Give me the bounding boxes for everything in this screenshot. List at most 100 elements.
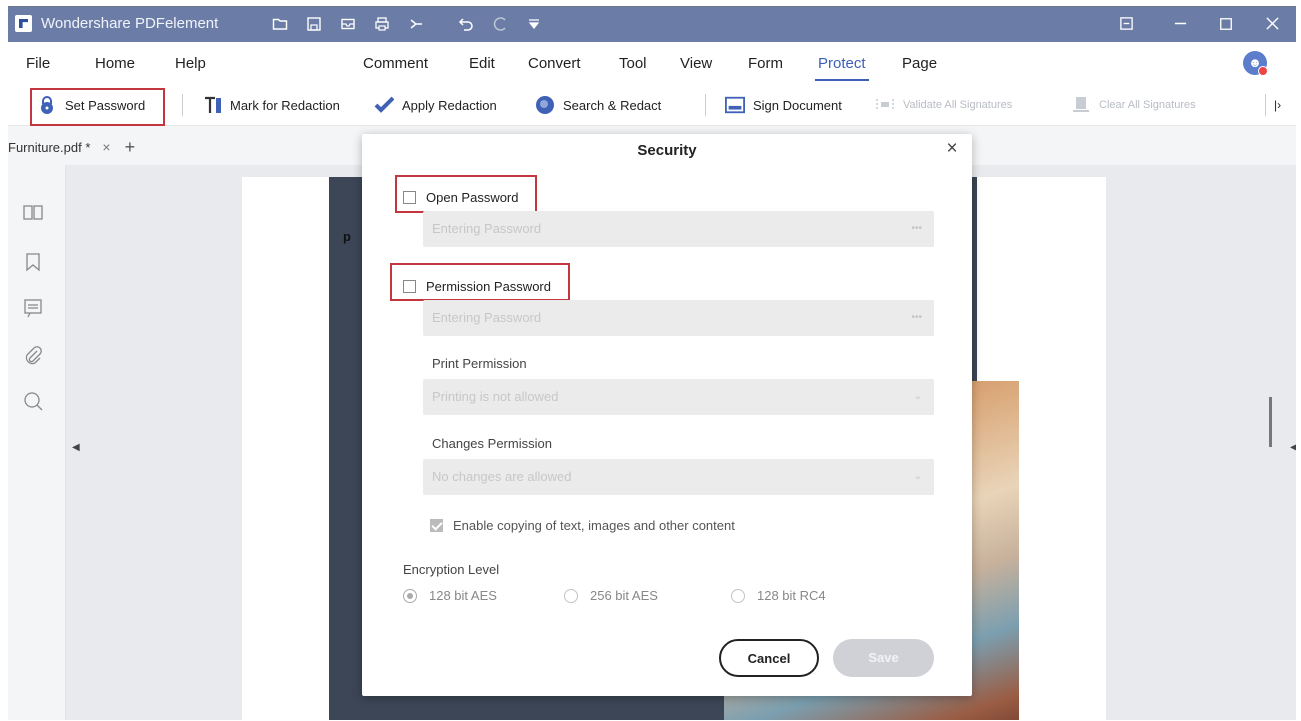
protect-toolbar: Set Password Mark for Redaction Apply Re… <box>8 82 1296 126</box>
encryption-option-label: 128 bit RC4 <box>757 588 826 603</box>
page-text-fragment: p <box>343 229 351 244</box>
thumbnails-icon[interactable] <box>22 202 44 224</box>
radio-selected[interactable] <box>403 588 417 603</box>
enable-copying-checkbox[interactable]: Enable copying of text, images and other… <box>430 518 735 533</box>
permission-password-placeholder: Entering Password <box>432 310 542 325</box>
enable-copying-label: Enable copying of text, images and other… <box>453 518 735 533</box>
signature-icon <box>725 95 745 115</box>
pdfelement-window: Wondershare PDFelement File Home Help Co… <box>8 6 1296 720</box>
print-permission-value: Printing is not allowed <box>432 389 559 404</box>
menu-page[interactable]: Page <box>902 55 937 72</box>
print-permission-select[interactable]: Printing is not allowed ⌄ <box>423 379 934 415</box>
menu-form[interactable]: Form <box>748 55 783 72</box>
undo-icon[interactable] <box>456 14 476 34</box>
minimize-icon[interactable] <box>1165 11 1195 37</box>
menu-file[interactable]: File <box>26 55 50 72</box>
changes-permission-select[interactable]: No changes are allowed ⌄ <box>423 459 934 495</box>
new-tab-icon[interactable]: + <box>125 137 136 158</box>
set-password-highlight <box>30 88 165 126</box>
menu-edit[interactable]: Edit <box>469 55 495 72</box>
toolbar-divider <box>705 94 706 116</box>
menu-view[interactable]: View <box>680 55 712 72</box>
collapse-left-icon[interactable]: ◀ <box>72 442 80 453</box>
chevron-down-icon: ⌄ <box>913 391 922 402</box>
bookmark-icon[interactable] <box>22 251 44 273</box>
save-button[interactable]: Save <box>833 639 934 677</box>
folder-icon[interactable] <box>270 14 290 34</box>
open-password-input[interactable]: Entering Password ••• <box>423 211 934 247</box>
permission-password-highlight <box>390 263 570 301</box>
app-title: Wondershare PDFelement <box>41 15 219 32</box>
clear-signature-icon <box>1071 95 1091 115</box>
search-sidebar-icon[interactable] <box>22 390 44 412</box>
menu-convert[interactable]: Convert <box>528 55 581 72</box>
tab-close-icon[interactable]: × <box>102 139 110 155</box>
radio-unselected[interactable] <box>564 588 578 603</box>
validate-all-signatures-button[interactable]: Validate All Signatures <box>875 91 1012 119</box>
cancel-button[interactable]: Cancel <box>719 639 819 677</box>
user-avatar-icon[interactable]: ☻ <box>1243 51 1268 76</box>
vertical-scrollbar[interactable] <box>1269 397 1272 447</box>
search-icon <box>535 95 555 115</box>
menu-home[interactable]: Home <box>95 55 135 72</box>
clear-all-signatures-label: Clear All Signatures <box>1099 99 1196 111</box>
collapse-right-icon[interactable]: ◀ <box>1290 442 1296 453</box>
title-bar: Wondershare PDFelement <box>8 7 1296 42</box>
search-redact-button[interactable]: Search & Redact <box>535 91 661 119</box>
encryption-option-128-rc4[interactable]: 128 bit RC4 <box>731 588 826 603</box>
mail-icon[interactable] <box>338 14 358 34</box>
share-icon[interactable] <box>406 14 426 34</box>
clear-all-signatures-button[interactable]: Clear All Signatures <box>1071 91 1196 119</box>
changes-permission-value: No changes are allowed <box>432 469 572 484</box>
maximize-icon[interactable] <box>1211 11 1241 37</box>
toolbar-overflow-icon[interactable]: |› <box>1274 91 1281 119</box>
toolbar-divider <box>182 94 183 116</box>
menu-comment[interactable]: Comment <box>363 55 428 72</box>
open-password-placeholder: Entering Password <box>432 221 542 236</box>
encryption-option-label: 128 bit AES <box>429 588 497 603</box>
security-dialog: Security × Open Password Entering Passwo… <box>362 134 972 696</box>
show-password-icon[interactable]: ••• <box>911 300 922 336</box>
redo-icon[interactable] <box>490 14 510 34</box>
show-password-icon[interactable]: ••• <box>911 211 922 247</box>
chevron-down-icon: ⌄ <box>913 471 922 482</box>
app-logo-icon <box>15 15 32 32</box>
panel-icon[interactable] <box>1111 11 1141 37</box>
comments-icon[interactable] <box>22 297 44 319</box>
checkbox-checked[interactable] <box>430 519 443 532</box>
permission-password-input[interactable]: Entering Password ••• <box>423 300 934 336</box>
left-sidebar <box>8 165 66 720</box>
apply-redaction-label: Apply Redaction <box>402 97 497 113</box>
dropdown-icon[interactable] <box>524 14 544 34</box>
encryption-option-label: 256 bit AES <box>590 588 658 603</box>
validate-signature-icon <box>875 95 895 115</box>
menu-tool[interactable]: Tool <box>619 55 647 72</box>
sign-document-label: Sign Document <box>753 97 842 113</box>
changes-permission-label: Changes Permission <box>432 436 552 451</box>
mark-for-redaction-button[interactable]: Mark for Redaction <box>202 91 340 119</box>
radio-unselected[interactable] <box>731 588 745 603</box>
dialog-title: Security <box>637 142 697 159</box>
apply-redaction-button[interactable]: Apply Redaction <box>374 91 497 119</box>
print-permission-label: Print Permission <box>432 356 527 371</box>
encryption-option-128-aes[interactable]: 128 bit AES <box>403 588 497 603</box>
menu-protect[interactable]: Protect <box>815 55 869 81</box>
attachment-icon[interactable] <box>22 345 44 367</box>
checkmark-icon <box>374 95 394 115</box>
sign-document-button[interactable]: Sign Document <box>725 91 842 119</box>
validate-all-signatures-label: Validate All Signatures <box>903 99 1013 111</box>
text-redact-icon <box>202 95 222 115</box>
menu-help[interactable]: Help <box>175 55 206 72</box>
save-icon[interactable] <box>304 14 324 34</box>
encryption-level-label: Encryption Level <box>403 562 500 577</box>
dialog-close-icon[interactable]: × <box>940 137 964 161</box>
open-password-highlight <box>395 175 537 213</box>
mark-for-redaction-label: Mark for Redaction <box>230 97 340 113</box>
menu-bar: File Home Help Comment Edit Convert Tool… <box>8 42 1296 82</box>
print-icon[interactable] <box>372 14 392 34</box>
search-redact-label: Search & Redact <box>563 97 662 113</box>
close-icon[interactable] <box>1257 11 1287 37</box>
toolbar-divider <box>1265 94 1266 116</box>
encryption-option-256-aes[interactable]: 256 bit AES <box>564 588 658 603</box>
document-tab[interactable]: Furniture.pdf * × + <box>8 133 135 161</box>
